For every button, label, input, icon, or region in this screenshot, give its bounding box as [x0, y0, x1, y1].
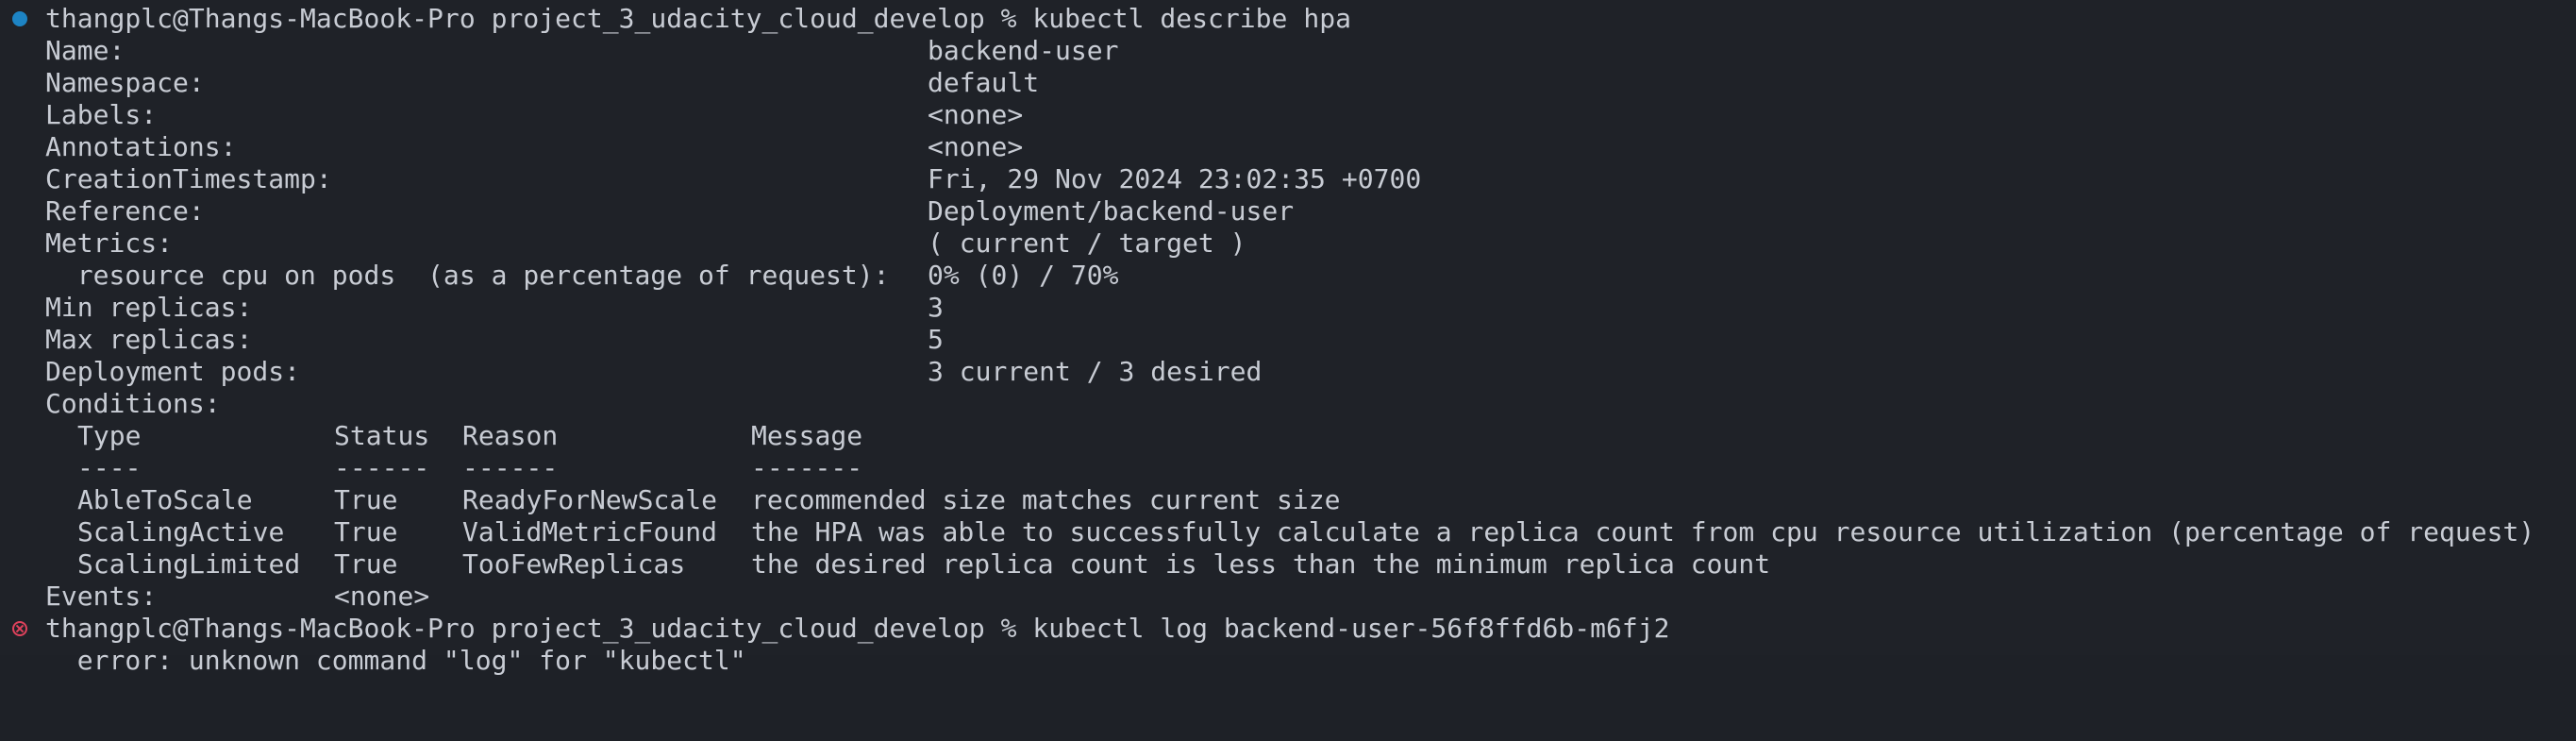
condition-message: recommended size matches current size: [751, 484, 1341, 515]
condition-status: True: [334, 484, 398, 515]
field-label: Name:: [45, 35, 125, 66]
field-row: Deployment pods: 3 current / 3 desired: [0, 356, 1262, 388]
terminal-window[interactable]: thangplc@Thangs-MacBook-Pro project_3_ud…: [0, 0, 2576, 676]
condition-row: AbleToScale True ReadyForNewScale recomm…: [0, 484, 1340, 516]
field-label: Metrics:: [45, 227, 174, 259]
field-value: Fri, 29 Nov 2024 23:02:35 +0700: [928, 163, 1422, 194]
field-label: Min replicas:: [45, 292, 253, 323]
field-value: default: [928, 67, 1040, 98]
column-header-status: Status: [334, 420, 430, 451]
events-label: Events:: [45, 581, 158, 612]
partial-output-line: error: unknown command "log" for "kubect…: [0, 645, 746, 677]
field-label: resource cpu on pods (as a percentage of…: [45, 260, 890, 291]
field-row: Max replicas: 5: [0, 324, 944, 356]
field-row: Annotations: <none>: [0, 131, 1023, 163]
divider-type: ----: [77, 452, 142, 483]
condition-type: ScalingActive: [77, 516, 285, 547]
condition-reason: ReadyForNewScale: [462, 484, 718, 515]
condition-status: True: [334, 516, 398, 547]
condition-reason: ValidMetricFound: [462, 516, 718, 547]
divider-reason: ------: [462, 452, 559, 483]
events-row: Events: <none>: [0, 581, 429, 613]
error-marker-icon: [12, 621, 27, 636]
field-value: 3: [928, 292, 944, 323]
field-value: ( current / target ): [928, 227, 1246, 259]
conditions-divider-row: ---- ------ ------ -------: [0, 452, 862, 484]
condition-row: ScalingLimited True TooFewReplicas the d…: [0, 548, 1770, 581]
command-line-log: thangplc@Thangs-MacBook-Pro project_3_ud…: [0, 613, 1669, 645]
success-marker-icon: [12, 11, 27, 26]
field-row: CreationTimestamp: Fri, 29 Nov 2024 23:0…: [0, 163, 1421, 195]
field-row: resource cpu on pods (as a percentage of…: [0, 260, 1119, 292]
column-header-message: Message: [751, 420, 863, 451]
prompt-command-text: thangplc@Thangs-MacBook-Pro project_3_ud…: [45, 613, 1670, 644]
field-row: Min replicas: 3: [0, 292, 944, 324]
field-row: Labels: <none>: [0, 99, 1023, 131]
condition-type: ScalingLimited: [77, 548, 301, 580]
condition-message: the desired replica count is less than t…: [751, 548, 1771, 580]
condition-reason: TooFewReplicas: [462, 548, 686, 580]
field-value: 3 current / 3 desired: [928, 356, 1263, 387]
field-label: Labels:: [45, 99, 158, 130]
condition-type: AbleToScale: [77, 484, 253, 515]
field-row: Name: backend-user: [0, 35, 1119, 67]
field-row: Metrics: ( current / target ): [0, 227, 1246, 260]
divider-status: ------: [334, 452, 430, 483]
field-value: Deployment/backend-user: [928, 195, 1295, 227]
conditions-heading: Conditions:: [0, 388, 221, 420]
field-row: Reference: Deployment/backend-user: [0, 195, 1294, 227]
field-value: 5: [928, 324, 944, 355]
events-value: <none>: [334, 581, 430, 612]
command-line-describe: thangplc@Thangs-MacBook-Pro project_3_ud…: [0, 3, 1351, 35]
field-row: Namespace: default: [0, 67, 1039, 99]
field-value: <none>: [928, 99, 1024, 130]
condition-status: True: [334, 548, 398, 580]
conditions-label: Conditions:: [45, 388, 221, 419]
condition-row: ScalingActive True ValidMetricFound the …: [0, 516, 2534, 548]
column-header-type: Type: [77, 420, 142, 451]
field-value: 0% (0) / 70%: [928, 260, 1119, 291]
field-label: Reference:: [45, 195, 205, 227]
column-header-reason: Reason: [462, 420, 559, 451]
field-value: <none>: [928, 131, 1024, 162]
field-label: Max replicas:: [45, 324, 253, 355]
field-label: Annotations:: [45, 131, 237, 162]
field-label: Namespace:: [45, 67, 205, 98]
field-label: CreationTimestamp:: [45, 163, 332, 194]
conditions-header-row: Type Status Reason Message: [0, 420, 862, 452]
divider-message: -------: [751, 452, 863, 483]
field-value: backend-user: [928, 35, 1119, 66]
condition-message: the HPA was able to successfully calcula…: [751, 516, 2535, 547]
partial-output-text: error: unknown command "log" for "kubect…: [45, 645, 746, 676]
prompt-command-text: thangplc@Thangs-MacBook-Pro project_3_ud…: [45, 3, 1351, 34]
field-label: Deployment pods:: [45, 356, 301, 387]
